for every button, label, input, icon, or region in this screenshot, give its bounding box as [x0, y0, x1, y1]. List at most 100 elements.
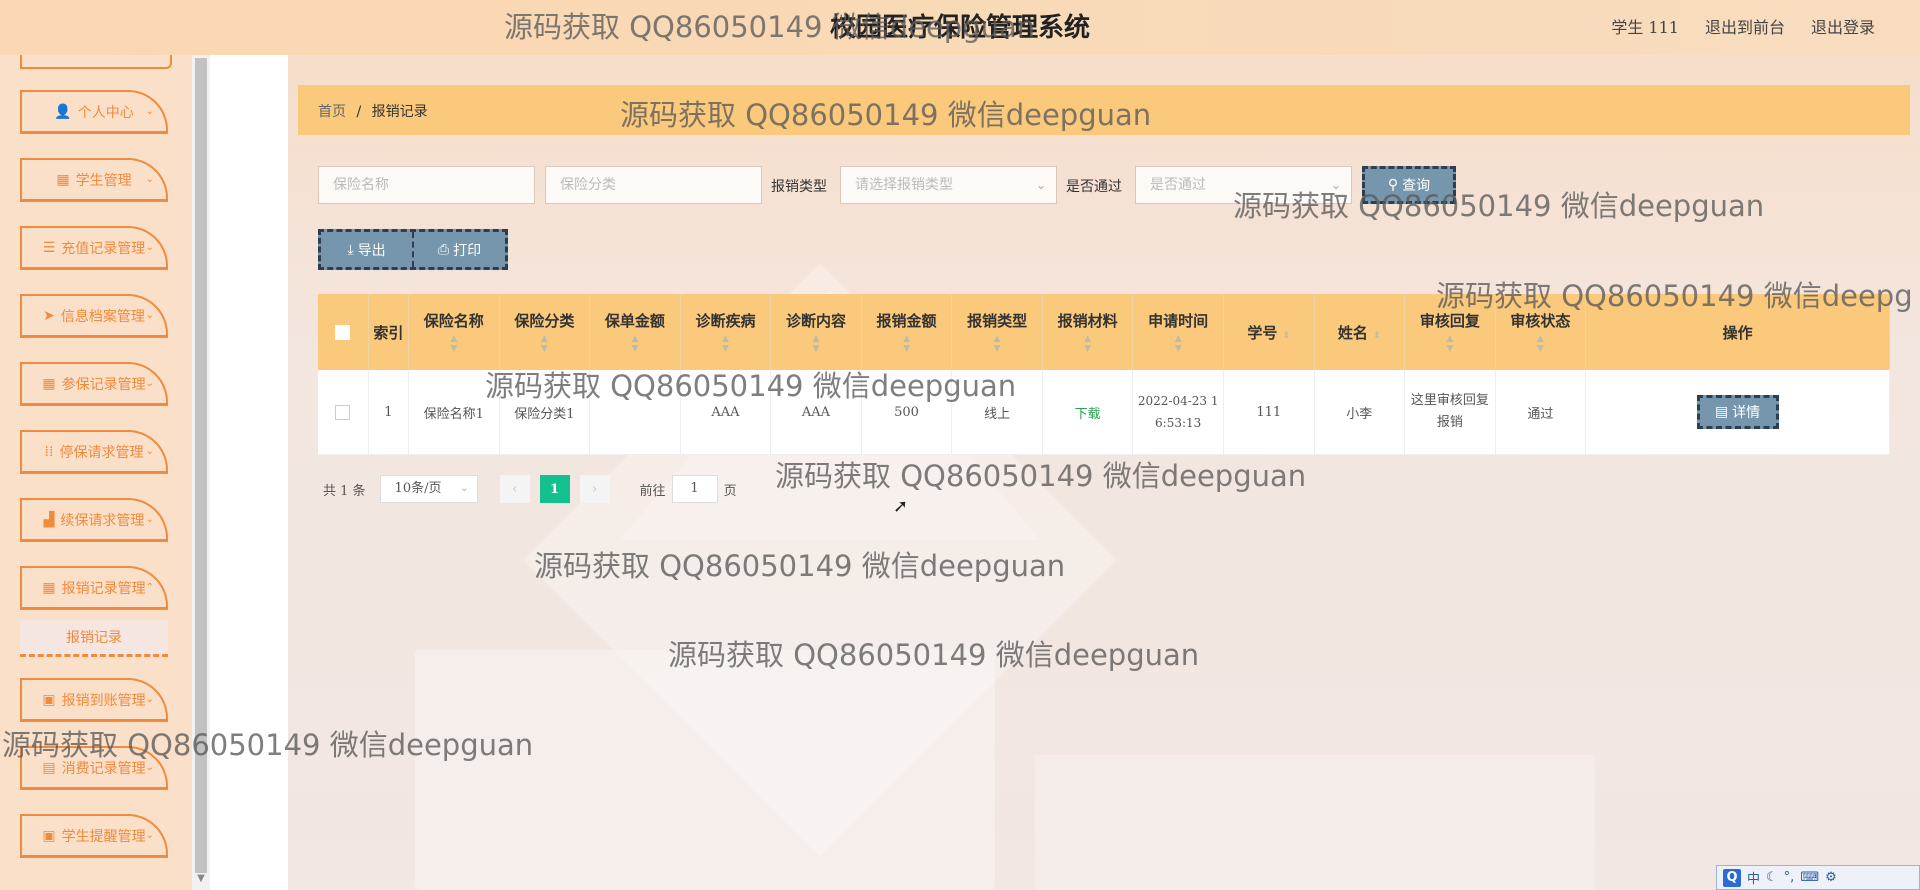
sort-icon[interactable]: ▲ ▼	[409, 334, 499, 354]
column-header[interactable]: 申请时间 ▲ ▼	[1132, 294, 1224, 370]
reimburse-type-placeholder: 请选择报销类型	[855, 177, 953, 193]
column-header[interactable]: 诊断疾病 ▲ ▼	[680, 294, 772, 370]
sidebar-item-arrival[interactable]: ▣ 报销到账管理 ⌄	[20, 678, 168, 722]
sort-icon[interactable]: ▲ ▼	[1133, 334, 1223, 354]
watermark-text: 源码获取 QQ86050149 微信deepguan	[534, 549, 1066, 583]
ime-toolbar[interactable]: Q 中 ☾ °, ⌨ ⚙	[1716, 865, 1920, 890]
top-nav: 学生 111 退出到前台 退出登录	[1611, 14, 1875, 38]
sidebar-item-renew[interactable]: ▟ 续保请求管理 ⌄	[20, 498, 168, 542]
sidebar-item-recharge[interactable]: ☰ 充值记录管理 ⌄	[20, 226, 168, 270]
watermark-text: 源码获取 QQ86050149 微信deepguan	[775, 459, 1307, 493]
page-size-value: 10条/页	[394, 481, 442, 496]
column-header[interactable]: 学号 ⇕	[1223, 294, 1315, 370]
column-header[interactable]: 审核状态 ▲ ▼	[1495, 294, 1587, 370]
chevron-down-icon: ⌄	[145, 242, 154, 253]
reimburse-type-select[interactable]: 请选择报销类型 ⌄	[840, 166, 1057, 204]
column-header[interactable]: 姓名 ⇕	[1314, 294, 1406, 370]
sort-icon[interactable]: ▲ ▼	[771, 334, 861, 354]
detail-button[interactable]: ▤ 详情	[1696, 395, 1779, 429]
approved-placeholder: 是否通过	[1150, 177, 1206, 193]
row-select-cell[interactable]	[318, 370, 369, 455]
column-header[interactable]: 报销材料 ▲ ▼	[1042, 294, 1134, 370]
column-header[interactable]: 审核回复 ▲ ▼	[1404, 294, 1496, 370]
approved-select[interactable]: 是否通过 ⌄	[1135, 166, 1352, 204]
grid-dots-icon: ⁞⁞	[44, 443, 54, 460]
ime-language[interactable]: 中	[1747, 868, 1760, 887]
sort-icon[interactable]: ▲ ▼	[681, 334, 771, 354]
row-checkbox[interactable]	[335, 404, 351, 420]
sidebar-item-label: 停保请求管理	[59, 444, 144, 461]
column-header[interactable]: 保险分类 ▲ ▼	[499, 294, 591, 370]
sort-icon[interactable]: ▲ ▼	[1043, 334, 1133, 354]
breadcrumb: 首页 / 报销记录	[318, 101, 428, 121]
punctuation-icon[interactable]: °,	[1784, 870, 1795, 885]
select-all-cell[interactable]	[318, 294, 369, 370]
document-icon: ▤	[1714, 404, 1729, 420]
chevron-down-icon: ⌄	[145, 762, 154, 773]
sort-icon[interactable]: ▲ ▼	[1405, 334, 1495, 354]
sidebar-item-suspend[interactable]: ⁞⁞ 停保请求管理 ⌄	[20, 430, 168, 474]
cell-policy-amount	[589, 370, 681, 455]
prev-page-button[interactable]: ‹	[499, 475, 530, 503]
grid-icon: ▦	[42, 579, 56, 596]
sidebar-item-archives[interactable]: ➤ 信息档案管理 ⌄	[20, 294, 168, 338]
print-button[interactable]: ⎙ 打印	[412, 232, 505, 267]
breadcrumb-home[interactable]: 首页	[318, 104, 346, 120]
sort-icon[interactable]: ▲ ▼	[862, 334, 952, 354]
sort-icon[interactable]: ▲ ▼	[952, 334, 1042, 354]
sidebar-item-label: 消费记录管理	[61, 760, 146, 777]
action-button-group: ⤓ 导出 ⎙ 打印	[318, 229, 508, 270]
scroll-down-icon[interactable]: ▼	[194, 873, 208, 887]
moon-icon[interactable]: ☾	[1766, 870, 1778, 885]
top-bar: 校园医疗保险管理系统 学生 111 退出到前台 退出登录	[0, 0, 1920, 55]
logout-link[interactable]: 退出登录	[1811, 14, 1875, 38]
chevron-down-icon: ⌄	[460, 483, 469, 494]
column-header[interactable]: 诊断内容 ▲ ▼	[770, 294, 862, 370]
cell-actions: ▤ 详情	[1585, 370, 1890, 455]
content-gutter	[210, 55, 288, 890]
chevron-down-icon: ⌄	[1330, 178, 1341, 192]
export-button[interactable]: ⤓ 导出	[321, 232, 412, 267]
insurance-name-input[interactable]: 保险名称	[318, 166, 535, 204]
sort-icon[interactable]: ⇕	[1283, 331, 1291, 341]
table-row: 1 保险名称1 保险分类1 AAA AAA 500 线上 下载 2022-04-…	[318, 370, 1890, 455]
pagination-total: 共 1 条	[323, 483, 366, 499]
column-header: 索引	[368, 294, 410, 370]
query-button[interactable]: ⚲ 查询	[1362, 166, 1456, 204]
chevron-down-icon: ⌄	[145, 174, 154, 185]
sidebar-item-reminders[interactable]: ▣ 学生提醒管理 ⌄	[20, 814, 168, 858]
sidebar-item-label: 个人中心	[77, 104, 134, 121]
sidebar-item-reimbursement[interactable]: ▦ 报销记录管理 ⌃	[20, 566, 168, 610]
sidebar-item-personal-center[interactable]: 👤 个人中心 ⌄	[20, 90, 168, 134]
column-header[interactable]: 保险名称 ▲ ▼	[408, 294, 500, 370]
sidebar-item-enrollment[interactable]: ▦ 参保记录管理 ⌄	[20, 362, 168, 406]
select-all-checkbox[interactable]	[335, 325, 351, 340]
column-header[interactable]: 报销类型 ▲ ▼	[951, 294, 1043, 370]
cell-status: 通过	[1495, 370, 1587, 455]
column-header[interactable]: 保单金额 ▲ ▼	[589, 294, 681, 370]
page-number-current[interactable]: 1	[539, 475, 570, 503]
insurance-category-input[interactable]: 保险分类	[545, 166, 762, 204]
keyboard-icon[interactable]: ⌨	[1800, 870, 1819, 885]
sidebar-item-consumption[interactable]: ▤ 消费记录管理 ⌄	[20, 746, 168, 790]
chevron-down-icon: ⌄	[145, 514, 154, 525]
sort-icon[interactable]: ▲ ▼	[500, 334, 590, 354]
ime-logo-icon: Q	[1723, 868, 1741, 887]
column-header[interactable]: 报销金额 ▲ ▼	[861, 294, 953, 370]
sort-icon[interactable]: ▲ ▼	[1496, 334, 1586, 354]
download-link[interactable]: 下载	[1075, 407, 1101, 422]
page-size-select[interactable]: 10条/页 ⌄	[379, 475, 478, 503]
cell-reply: 这里审核回复报销	[1404, 370, 1496, 455]
sort-icon[interactable]: ▲ ▼	[590, 334, 680, 354]
sidebar-item-students[interactable]: ▦ 学生管理 ⌄	[20, 158, 168, 202]
cell-reimburse-type: 线上	[951, 370, 1043, 455]
sidebar-scroll-thumb[interactable]	[195, 58, 207, 873]
sort-icon[interactable]: ⇕	[1373, 331, 1381, 341]
background-decoration	[415, 650, 995, 890]
settings-icon[interactable]: ⚙	[1825, 870, 1837, 885]
back-to-front-link[interactable]: 退出到前台	[1705, 14, 1785, 38]
goto-page-input[interactable]: 1	[671, 475, 718, 503]
cell-diagnosis: AAA	[770, 370, 862, 455]
next-page-button[interactable]: ›	[579, 475, 610, 503]
submenu-reimbursement-records[interactable]: 报销记录	[20, 620, 168, 657]
